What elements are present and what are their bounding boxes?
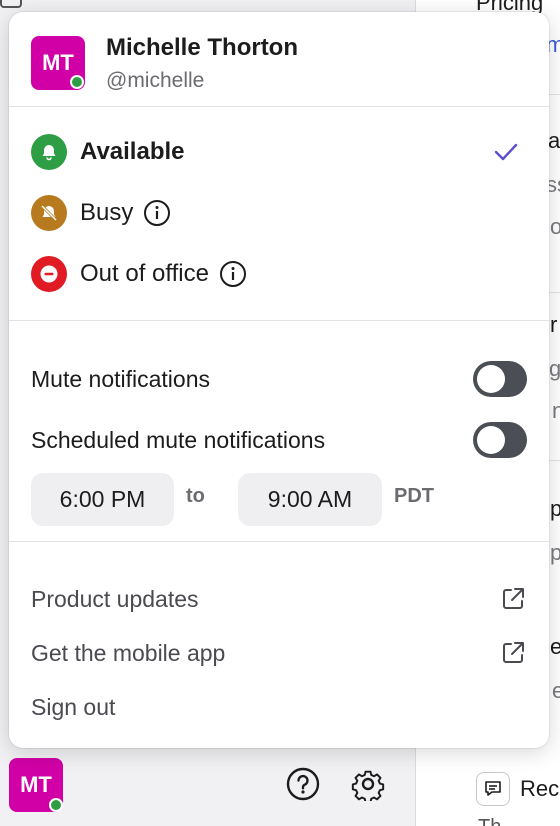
time-range-separator: to	[186, 485, 205, 507]
link-label: Product updates	[31, 585, 199, 612]
mute-notifications-toggle[interactable]	[473, 361, 527, 397]
gear-icon[interactable]	[350, 766, 386, 802]
profile-name: Michelle Thorton	[106, 34, 298, 61]
check-icon	[494, 143, 518, 161]
presence-indicator	[49, 798, 63, 812]
minus-circle-icon	[31, 256, 67, 292]
user-avatar-button[interactable]: MT	[9, 758, 63, 812]
bg-text-fragment: o	[550, 214, 560, 239]
bell-off-icon	[31, 195, 67, 231]
thread-label: Rec	[520, 776, 560, 801]
menu-divider	[9, 106, 549, 107]
presence-indicator	[70, 75, 84, 89]
mobile-app-link[interactable]: Get the mobile app	[31, 633, 527, 673]
bg-divider	[548, 292, 560, 293]
external-link-icon	[503, 642, 524, 663]
mute-notifications-label: Mute notifications	[31, 365, 210, 392]
bg-text-fragment: e	[552, 678, 560, 703]
menu-divider	[9, 320, 549, 321]
status-label: Available	[80, 138, 185, 165]
user-menu-popover: MT Michelle Thorton @michelle Available …	[9, 12, 549, 748]
scheduled-mute-toggle[interactable]	[473, 422, 527, 458]
status-option-available[interactable]: Available	[31, 132, 527, 172]
help-icon[interactable]	[285, 766, 321, 802]
start-time-select[interactable]: 6:00 PM	[31, 473, 174, 526]
external-link-icon	[503, 588, 524, 609]
bg-text-fragment: n	[552, 398, 560, 423]
thread-icon[interactable]	[476, 772, 510, 806]
status-option-busy[interactable]: Busy	[31, 193, 527, 233]
thread-subtext: Th	[478, 816, 501, 826]
status-label: Out of office	[80, 260, 209, 287]
info-icon[interactable]	[219, 260, 247, 288]
bg-text-fragment: p	[550, 540, 560, 565]
sign-out-link[interactable]: Sign out	[31, 687, 527, 727]
product-updates-link[interactable]: Product updates	[31, 579, 527, 619]
bg-text-fragment: e	[550, 634, 560, 659]
bell-icon	[31, 134, 67, 170]
profile-handle: @michelle	[106, 69, 205, 92]
link-label: Get the mobile app	[31, 639, 226, 666]
end-time-value: 9:00 AM	[267, 486, 353, 512]
bg-text-fragment: r	[550, 312, 558, 337]
avatar-initials: MT	[20, 772, 52, 797]
scheduled-mute-label: Scheduled mute notifications	[31, 426, 326, 453]
bg-divider	[548, 94, 560, 95]
info-icon[interactable]	[143, 199, 171, 227]
menu-divider	[9, 541, 549, 542]
sidebar-top-icon	[0, 0, 22, 8]
profile-initials: MT	[42, 50, 74, 75]
bg-divider	[548, 460, 560, 461]
end-time-select[interactable]: 9:00 AM	[238, 473, 382, 526]
scheduled-mute-row: Scheduled mute notifications	[31, 420, 527, 460]
toggle-knob	[477, 365, 505, 393]
link-label: Sign out	[31, 693, 116, 720]
bg-text-fragment: a	[548, 128, 560, 153]
start-time-value: 6:00 PM	[59, 486, 146, 512]
status-option-out-of-office[interactable]: Out of office	[31, 254, 527, 294]
timezone-label: PDT	[394, 485, 434, 507]
mute-notifications-row: Mute notifications	[31, 359, 527, 399]
profile-avatar: MT	[31, 36, 85, 90]
bg-text-fragment: g	[549, 356, 560, 381]
status-label: Busy	[80, 199, 134, 226]
toggle-knob	[477, 426, 505, 454]
bg-text-fragment: p	[550, 496, 560, 521]
